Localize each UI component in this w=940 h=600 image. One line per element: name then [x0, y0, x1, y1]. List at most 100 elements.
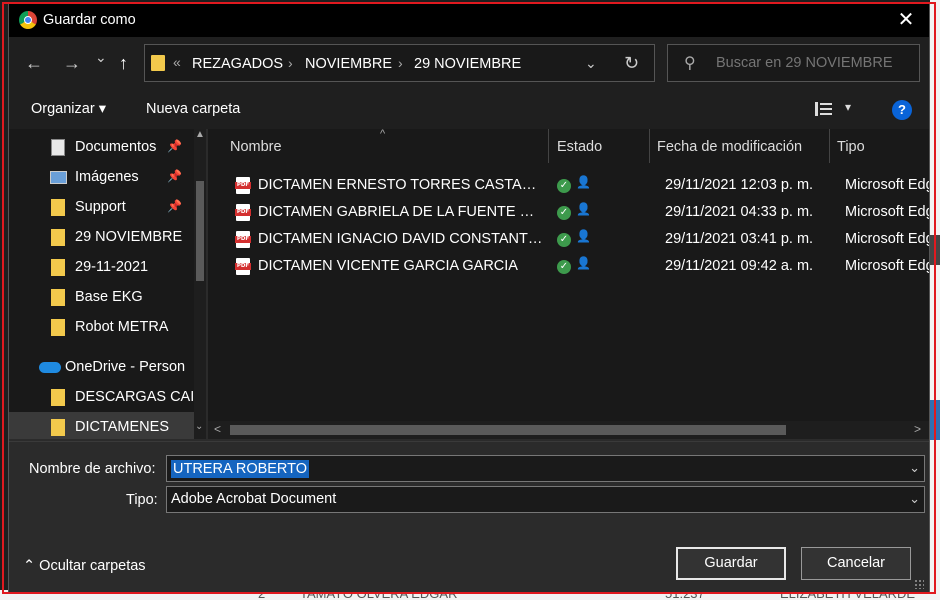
address-dropdown-chevron-icon[interactable]: ⌄: [585, 55, 597, 72]
pin-icon[interactable]: 📌: [167, 199, 182, 213]
close-button[interactable]: ✕: [889, 3, 923, 37]
filename-label: Nombre de archivo:: [29, 461, 156, 477]
column-header-estado[interactable]: Estado: [557, 129, 602, 165]
file-type: Microsoft Edge: [845, 258, 929, 274]
navigation-pane[interactable]: Documentos 📌 Imágenes 📌 Support 📌 29 NOV…: [9, 129, 206, 439]
chrome-icon: [19, 11, 37, 29]
pin-icon[interactable]: 📌: [167, 169, 182, 183]
view-details-icon[interactable]: [815, 102, 833, 116]
table-row[interactable]: DICTAMEN VICENTE GARCIA GARCIA ✓ 👤 29/11…: [208, 253, 929, 280]
filetype-dropdown-chevron-icon[interactable]: ⌄: [909, 491, 920, 507]
resize-grip-icon[interactable]: [914, 579, 924, 589]
file-name: DICTAMEN GABRIELA DE LA FUENTE CELAYA: [258, 204, 544, 220]
column-divider[interactable]: [829, 129, 830, 163]
sidebar-item-label: OneDrive - Person: [65, 359, 186, 375]
search-input[interactable]: [716, 53, 906, 73]
file-date: 29/11/2021 09:42 a. m.: [665, 258, 814, 274]
column-header-fecha[interactable]: Fecha de modificación: [657, 129, 802, 165]
folder-icon: [51, 259, 65, 276]
help-icon[interactable]: ?: [892, 100, 912, 120]
up-arrow-icon[interactable]: ↑: [119, 53, 128, 74]
search-icon: ⚲: [684, 55, 696, 72]
shared-person-icon: 👤: [576, 175, 591, 189]
file-date: 29/11/2021 04:33 p. m.: [665, 204, 814, 220]
pdf-file-icon: [235, 258, 251, 275]
table-row[interactable]: DICTAMEN ERNESTO TORRES CASTAÑEDA ✓ 👤 29…: [208, 172, 929, 199]
organize-button[interactable]: Organizar ▾: [31, 101, 106, 117]
new-folder-button[interactable]: Nueva carpeta: [146, 101, 240, 117]
save-button[interactable]: Guardar: [676, 547, 786, 580]
file-type: Microsoft Edge: [845, 231, 929, 247]
sidebar-item-imagenes[interactable]: Imágenes 📌: [9, 162, 194, 192]
cancel-button[interactable]: Cancelar: [801, 547, 911, 580]
sidebar-item-label: Imágenes: [75, 169, 139, 185]
sidebar-item-label: Robot METRA: [75, 319, 169, 335]
file-type: Microsoft Edge: [845, 204, 929, 220]
sync-status-icon: ✓: [557, 179, 571, 193]
scroll-down-icon[interactable]: ⌄: [195, 421, 203, 432]
search-box[interactable]: ⚲: [667, 44, 920, 82]
shared-person-icon: 👤: [576, 229, 591, 243]
onedrive-cloud-icon: [39, 362, 61, 373]
pictures-icon: [50, 171, 67, 184]
pin-icon[interactable]: 📌: [167, 139, 182, 153]
sidebar-item-documentos[interactable]: Documentos 📌: [9, 132, 194, 162]
breadcrumb-separator-icon[interactable]: ›: [398, 55, 403, 71]
breadcrumb-29-noviembre[interactable]: 29 NOVIEMBRE: [414, 56, 521, 72]
refresh-icon[interactable]: ↻: [624, 53, 639, 74]
scroll-left-icon[interactable]: <: [214, 422, 221, 436]
view-options-chevron-icon[interactable]: ▾: [845, 100, 851, 114]
recent-locations-chevron-icon[interactable]: ⌄: [95, 49, 107, 66]
sidebar-item-label: DICTAMENES: [75, 419, 169, 435]
forward-arrow-icon[interactable]: →: [63, 53, 81, 74]
sidebar-item-descargas[interactable]: DESCARGAS CAI: [9, 382, 194, 412]
filename-field[interactable]: UTRERA ROBERTO ⌄: [166, 455, 925, 482]
table-row[interactable]: DICTAMEN GABRIELA DE LA FUENTE CELAYA ✓ …: [208, 199, 929, 226]
shared-person-icon: 👤: [576, 256, 591, 270]
address-bar[interactable]: « REZAGADOS › NOVIEMBRE › 29 NOVIEMBRE ⌄…: [144, 44, 655, 82]
breadcrumb-noviembre[interactable]: NOVIEMBRE: [305, 56, 392, 72]
sidebar-item-29-noviembre[interactable]: 29 NOVIEMBRE: [9, 222, 194, 252]
sidebar-item-onedrive[interactable]: OneDrive - Person: [9, 352, 194, 382]
file-list[interactable]: ^ Nombre Estado Fecha de modificación Ti…: [208, 129, 929, 439]
horizontal-scrollbar[interactable]: < >: [208, 421, 929, 439]
folder-icon: [51, 319, 65, 336]
scrollbar-thumb[interactable]: [230, 425, 786, 435]
scrollbar-thumb[interactable]: [196, 181, 204, 281]
column-header-nombre[interactable]: Nombre: [230, 129, 282, 165]
folder-icon: [51, 389, 65, 406]
breadcrumb-separator-icon[interactable]: ›: [288, 55, 293, 71]
filename-value[interactable]: UTRERA ROBERTO: [171, 460, 310, 478]
filetype-select[interactable]: Adobe Acrobat Document ⌄: [166, 486, 925, 513]
column-header-tipo[interactable]: Tipo: [837, 129, 865, 165]
sidebar-item-label: 29 NOVIEMBRE: [75, 229, 183, 245]
pdf-file-icon: [235, 231, 251, 248]
sidebar-item-robot-metra[interactable]: Robot METRA: [9, 312, 194, 342]
file-name: DICTAMEN VICENTE GARCIA GARCIA: [258, 258, 518, 274]
sidebar-item-support[interactable]: Support 📌: [9, 192, 194, 222]
breadcrumb-rezagados[interactable]: REZAGADOS: [192, 56, 283, 72]
filename-dropdown-chevron-icon[interactable]: ⌄: [909, 460, 920, 476]
column-divider[interactable]: [649, 129, 650, 163]
scroll-up-icon[interactable]: ▲: [195, 129, 205, 140]
folder-icon: [51, 199, 65, 216]
overflow-icon[interactable]: «: [173, 54, 181, 70]
sidebar-item-label: DESCARGAS CAI: [75, 389, 195, 405]
sidebar-item-label: Support: [75, 199, 126, 215]
table-row[interactable]: DICTAMEN IGNACIO DAVID CONSTANTINO ✓ 👤 2…: [208, 226, 929, 253]
window-title: Guardar como: [43, 12, 136, 28]
navigation-bar: ← → ⌄ ↑ « REZAGADOS › NOVIEMBRE › 29 NOV…: [9, 37, 929, 91]
sidebar-item-29-11-2021[interactable]: 29-11-2021: [9, 252, 194, 282]
column-divider[interactable]: [548, 129, 549, 163]
title-bar[interactable]: Guardar como ✕: [9, 3, 929, 37]
save-form: Nombre de archivo: UTRERA ROBERTO ⌄ Tipo…: [9, 441, 929, 593]
sidebar-item-dictamenes[interactable]: DICTAMENES: [9, 412, 194, 439]
scroll-right-icon[interactable]: >: [914, 422, 921, 436]
hide-folders-button[interactable]: ⌃ Ocultar carpetas: [23, 558, 146, 574]
folder-icon: [51, 229, 65, 246]
shared-person-icon: 👤: [576, 202, 591, 216]
sidebar-scrollbar[interactable]: ▲ ⌄: [194, 129, 206, 439]
file-date: 29/11/2021 03:41 p. m.: [665, 231, 814, 247]
sidebar-item-base-ekg[interactable]: Base EKG: [9, 282, 194, 312]
back-arrow-icon[interactable]: ←: [25, 53, 43, 74]
